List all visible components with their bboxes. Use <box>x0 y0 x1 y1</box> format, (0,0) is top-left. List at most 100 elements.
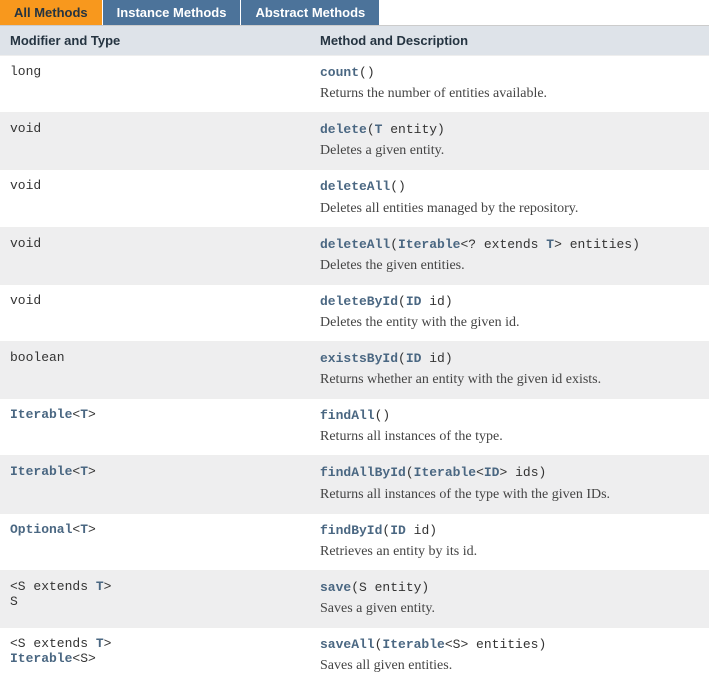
code-text: void <box>10 236 41 251</box>
code-text: long <box>10 64 41 79</box>
code-text: S <box>10 594 18 609</box>
type-link[interactable]: ID <box>406 351 422 366</box>
code-text: > entities) <box>554 237 640 252</box>
type-link[interactable]: ID <box>390 523 406 538</box>
type-link[interactable]: findById <box>320 523 382 538</box>
method-desc-cell: findAllById(Iterable<ID> ids) Returns all… <box>310 456 709 513</box>
type-link[interactable]: Iterable <box>414 465 476 480</box>
code-text: ( <box>390 237 398 252</box>
type-link[interactable]: Iterable <box>10 651 72 666</box>
type-link[interactable]: T <box>80 464 88 479</box>
modifier-type-cell: void <box>0 227 310 284</box>
type-link[interactable]: T <box>546 237 554 252</box>
method-signature: deleteById(ID id) <box>320 293 699 311</box>
table-row: void delete(T entity)Deletes a given enti… <box>0 113 709 170</box>
modifier-type-cell: Optional<T> <box>0 513 310 570</box>
type-link[interactable]: existsById <box>320 351 398 366</box>
code-text: <S extends <box>10 636 96 651</box>
code-text: void <box>10 121 41 136</box>
code-text: ( <box>406 465 414 480</box>
type-link[interactable]: save <box>320 580 351 595</box>
code-text: entity) <box>382 122 444 137</box>
method-description: Returns all instances of the type. <box>320 427 699 445</box>
type-link[interactable]: T <box>96 579 104 594</box>
code-text: boolean <box>10 350 65 365</box>
type-link[interactable]: saveAll <box>320 637 375 652</box>
table-row: Iterable<T>findAll()Returns all instance… <box>0 399 709 456</box>
type-link[interactable]: Iterable <box>382 637 444 652</box>
code-text: <? extends <box>460 237 546 252</box>
table-row: boolean existsById(ID id) Returns whether … <box>0 341 709 398</box>
code-text: () <box>390 179 406 194</box>
type-link[interactable]: findAll <box>320 408 375 423</box>
tab-abstract-methods[interactable]: Abstract Methods <box>241 0 380 25</box>
code-text: < <box>476 465 484 480</box>
method-desc-cell: deleteById(ID id) Deletes the entity with… <box>310 284 709 341</box>
code-text: void <box>10 178 41 193</box>
type-link[interactable]: Iterable <box>10 464 72 479</box>
method-desc-cell: findById(ID id) Retrieves an entity by it… <box>310 513 709 570</box>
method-desc-cell: deleteAll(Iterable<? extends T> entities… <box>310 227 709 284</box>
code-text: void <box>10 293 41 308</box>
table-row: <S extends T>Iterable<S>saveAll(Iterable… <box>0 627 709 684</box>
method-description: Returns whether an entity with the given… <box>320 370 699 388</box>
method-signature: count() <box>320 64 699 82</box>
type-link[interactable]: Optional <box>10 522 72 537</box>
type-link[interactable]: deleteAll <box>320 237 390 252</box>
modifier-type-cell: <S extends T> S <box>0 570 310 627</box>
table-row: void deleteAll() Deletes all entities mana… <box>0 170 709 227</box>
table-row: void deleteAll(Iterable<? extends T> enti… <box>0 227 709 284</box>
method-description: Saves all given entities. <box>320 656 699 674</box>
type-link[interactable]: T <box>96 636 104 651</box>
table-row: Optional<T> findById(ID id) Retrieves an e… <box>0 513 709 570</box>
type-link[interactable]: count <box>320 65 359 80</box>
method-signature: delete(T entity) <box>320 121 699 139</box>
type-link[interactable]: Iterable <box>10 407 72 422</box>
code-text: <S extends <box>10 579 96 594</box>
type-link[interactable]: ID <box>484 465 500 480</box>
header-modifier-type: Modifier and Type <box>0 26 310 56</box>
modifier-type-cell: void <box>0 170 310 227</box>
modifier-type-cell: long <box>0 56 310 113</box>
type-link[interactable]: ID <box>406 294 422 309</box>
method-description: Deletes the given entities. <box>320 256 699 274</box>
tab-instance-methods[interactable]: Instance Methods <box>103 0 242 25</box>
table-row: Iterable<T>findAllById(Iterable<ID> ids)… <box>0 456 709 513</box>
type-link[interactable]: delete <box>320 122 367 137</box>
tab-all-methods[interactable]: All Methods <box>0 0 103 25</box>
code-text: () <box>359 65 375 80</box>
method-description: Deletes all entities managed by the repo… <box>320 199 699 217</box>
method-signature: existsById(ID id) <box>320 350 699 368</box>
methods-tbody: longcount()Returns the number of entitie… <box>0 56 709 685</box>
code-text: > <box>104 579 112 594</box>
code-text: ( <box>398 351 406 366</box>
modifier-type-cell: void <box>0 284 310 341</box>
method-desc-cell: findAll()Returns all instances of the ty… <box>310 399 709 456</box>
table-row: longcount()Returns the number of entitie… <box>0 56 709 113</box>
table-row: <S extends T> Ssave(S entity)Saves a give… <box>0 570 709 627</box>
code-text: > <box>88 464 96 479</box>
modifier-type-cell: Iterable<T> <box>0 456 310 513</box>
method-desc-cell: save(S entity)Saves a given entity. <box>310 570 709 627</box>
method-description: Deletes the entity with the given id. <box>320 313 699 331</box>
code-text: id) <box>406 523 437 538</box>
method-desc-cell: deleteAll() Deletes all entities managed … <box>310 170 709 227</box>
type-link[interactable]: deleteAll <box>320 179 390 194</box>
method-description: Retrieves an entity by its id. <box>320 542 699 560</box>
method-signature: deleteAll(Iterable<? extends T> entities… <box>320 236 699 254</box>
method-desc-cell: saveAll(Iterable<S> entities) Saves all g… <box>310 627 709 684</box>
method-desc-cell: delete(T entity)Deletes a given entity. <box>310 113 709 170</box>
code-text: ( <box>398 294 406 309</box>
method-description: Saves a given entity. <box>320 599 699 617</box>
type-link[interactable]: findAllById <box>320 465 406 480</box>
type-link[interactable]: Iterable <box>398 237 460 252</box>
type-link[interactable]: T <box>80 522 88 537</box>
code-text: > <box>88 522 96 537</box>
type-link[interactable]: T <box>80 407 88 422</box>
method-description: Returns all instances of the type with t… <box>320 485 699 503</box>
method-signature: saveAll(Iterable<S> entities) <box>320 636 699 654</box>
method-signature: findAllById(Iterable<ID> ids) <box>320 464 699 482</box>
type-link[interactable]: deleteById <box>320 294 398 309</box>
modifier-type-cell: Iterable<T> <box>0 399 310 456</box>
method-signature: findById(ID id) <box>320 522 699 540</box>
